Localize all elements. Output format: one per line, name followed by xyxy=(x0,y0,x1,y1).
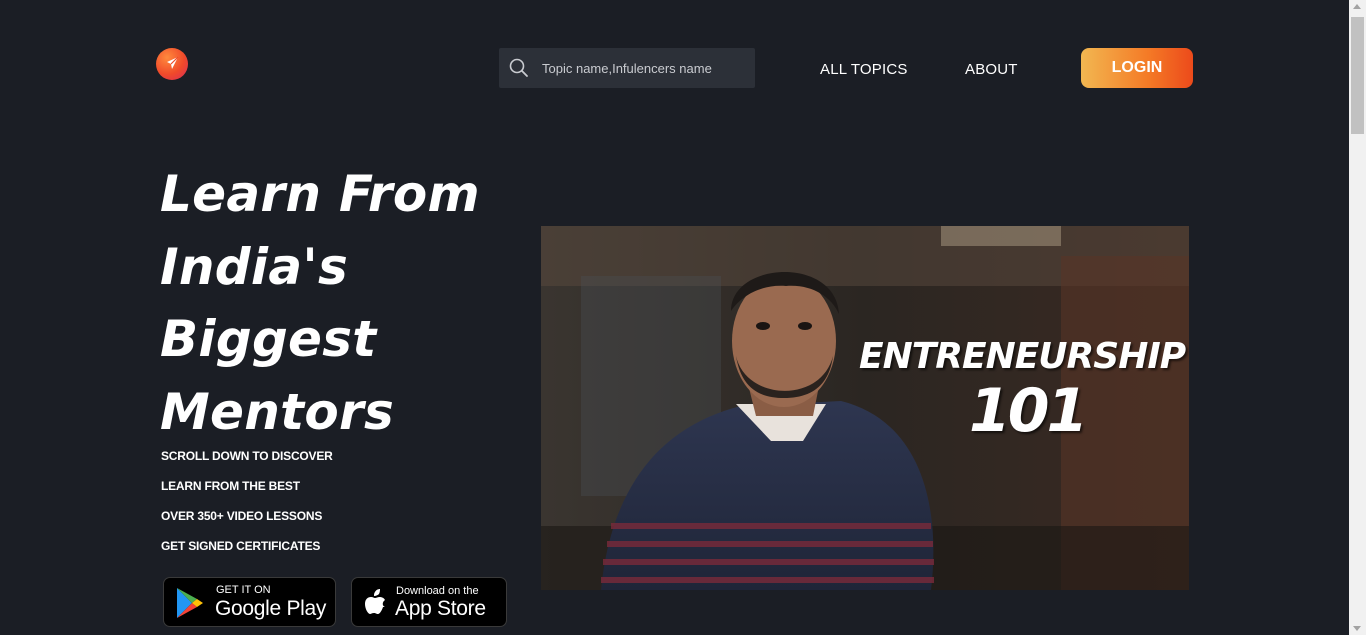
feature-list: SCROLL DOWN TO DISCOVER LEARN FROM THE B… xyxy=(161,448,333,568)
hero-title-line: Learn From xyxy=(160,165,480,223)
google-play-icon xyxy=(177,588,203,618)
rocket-logo-icon xyxy=(167,56,179,69)
video-overlay-title: ENTRENEURSHIP xyxy=(859,336,1186,377)
login-button[interactable]: LOGIN xyxy=(1081,48,1193,88)
hero-title-line: Biggest xyxy=(160,310,377,368)
video-overlay-number: 101 xyxy=(969,376,1088,446)
scrollbar-thumb[interactable] xyxy=(1351,17,1364,134)
app-store-label: App Store xyxy=(395,597,486,620)
feature-item: GET SIGNED CERTIFICATES xyxy=(161,539,321,553)
video-thumbnail-image xyxy=(541,226,1189,590)
feature-item: LEARN FROM THE BEST xyxy=(161,479,300,493)
app-store-button[interactable]: Download on the App Store xyxy=(351,577,507,627)
hero-video[interactable]: ENTRENEURSHIP 101 xyxy=(541,226,1189,590)
scroll-down-arrow-icon[interactable] xyxy=(1353,626,1361,631)
feature-item: OVER 350+ VIDEO LESSONS xyxy=(161,509,323,523)
hero-title: Learn From India's Biggest Mentors xyxy=(160,158,520,448)
scroll-up-arrow-icon[interactable] xyxy=(1353,4,1361,9)
brand-logo[interactable] xyxy=(156,48,188,80)
nav-about[interactable]: ABOUT xyxy=(965,61,1018,78)
google-play-button[interactable]: GET IT ON Google Play xyxy=(163,577,336,627)
google-play-small-text: GET IT ON xyxy=(216,584,271,596)
hero-title-line: India's xyxy=(160,237,349,296)
search-input[interactable] xyxy=(535,48,749,88)
feature-item: SCROLL DOWN TO DISCOVER xyxy=(161,449,333,463)
google-play-label: Google Play xyxy=(215,597,327,620)
page-scrollbar[interactable] xyxy=(1349,0,1366,635)
nav-all-topics[interactable]: ALL TOPICS xyxy=(820,61,908,78)
search-box xyxy=(499,48,755,88)
hero-title-line: Mentors xyxy=(160,382,395,441)
app-store-small-text: Download on the xyxy=(396,585,479,597)
apple-icon xyxy=(365,589,385,614)
search-icon[interactable] xyxy=(509,58,529,78)
